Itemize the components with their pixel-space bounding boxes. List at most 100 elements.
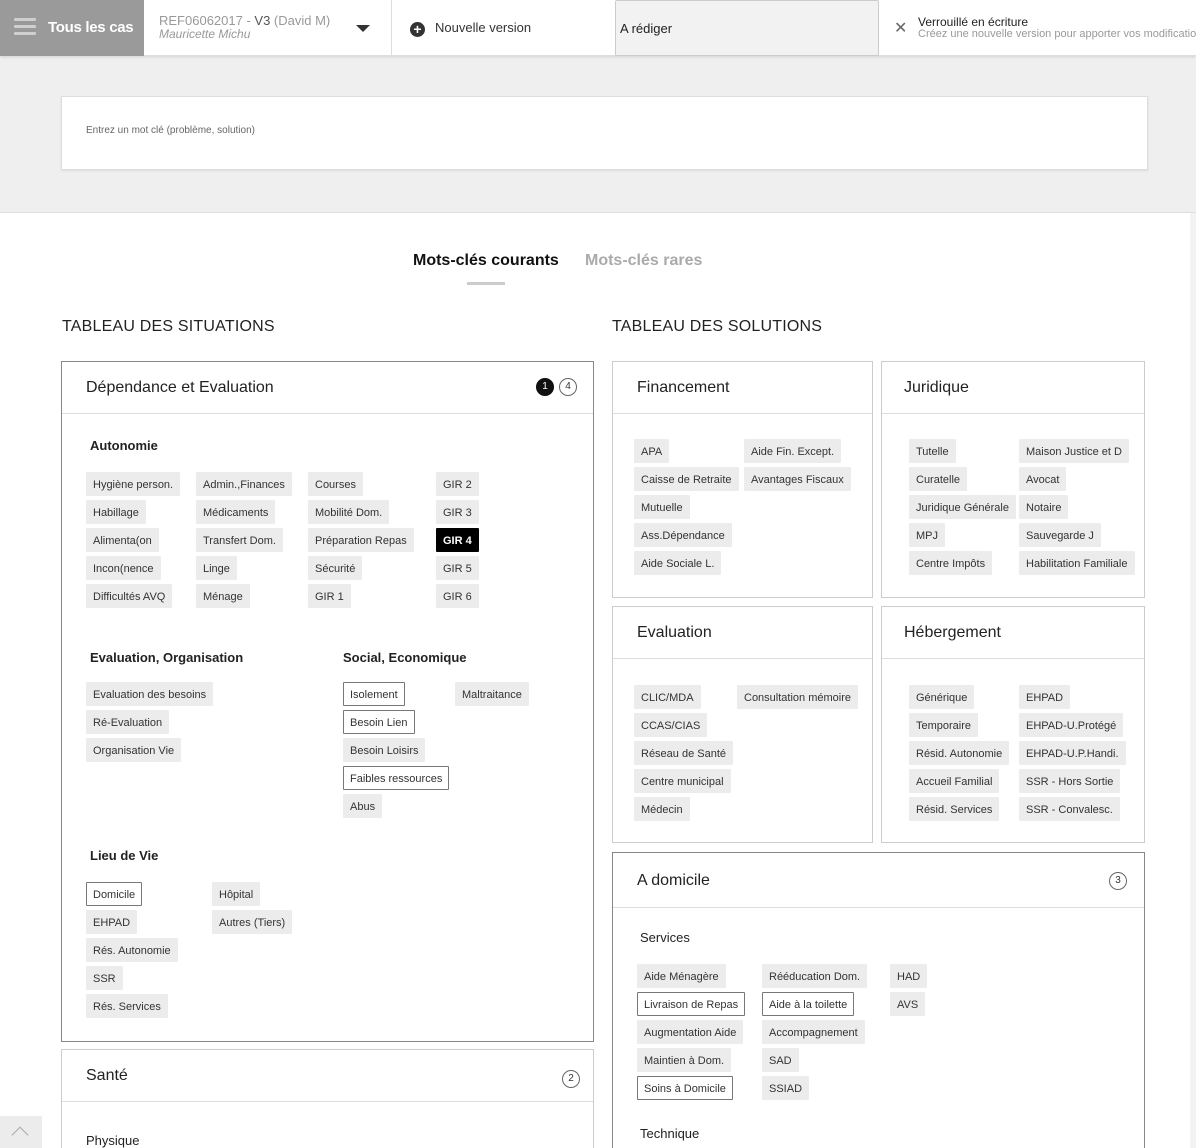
keyword-chip[interactable]: GIR 2 xyxy=(436,472,479,496)
keyword-chip[interactable]: SSR - Convalesc. xyxy=(1019,797,1120,821)
scroll-to-top-button[interactable] xyxy=(0,1116,42,1148)
keyword-chip-outlined[interactable]: Faibles ressources xyxy=(343,766,450,790)
keyword-chip[interactable]: Habilitation Familiale xyxy=(1019,551,1135,575)
keyword-chip[interactable]: Résid. Autonomie xyxy=(909,741,1010,765)
scrollbar-track[interactable] xyxy=(1190,213,1196,1148)
keyword-chip[interactable]: Rés. Services xyxy=(86,994,168,1018)
case-version-selector[interactable]: REF06062017 - V3 (David M) Mauricette Mi… xyxy=(144,0,392,56)
keyword-chip[interactable]: Réseau de Santé xyxy=(634,741,734,765)
keyword-chip-outlined[interactable]: Besoin Lien xyxy=(343,710,415,734)
all-cases-menu-button[interactable]: Tous les cas xyxy=(0,0,144,56)
keyword-chip[interactable]: Sauvegarde J xyxy=(1019,523,1101,547)
card-header[interactable]: Dépendance et Evaluation 1 4 xyxy=(62,362,593,414)
status-field[interactable]: A rédiger xyxy=(615,0,879,56)
search-input[interactable] xyxy=(86,125,686,136)
keyword-chip[interactable]: Ré-Evaluation xyxy=(86,710,170,734)
keyword-chip[interactable]: Difficultés AVQ xyxy=(86,584,173,608)
keyword-chip-outlined[interactable]: Aide à la toilette xyxy=(762,992,855,1016)
tab-current-keywords[interactable]: Mots-clés courants xyxy=(413,252,559,270)
keyword-chip[interactable]: EHPAD xyxy=(1019,685,1071,709)
keyword-chip[interactable]: Curatelle xyxy=(909,467,968,491)
keyword-chip[interactable]: Centre Impôts xyxy=(909,551,993,575)
keyword-chip[interactable]: Besoin Loisirs xyxy=(343,738,426,762)
keyword-chip[interactable]: Temporaire xyxy=(909,713,979,737)
keyword-chip[interactable]: Résid. Services xyxy=(909,797,1000,821)
keyword-chip[interactable]: Linge xyxy=(196,556,237,580)
keyword-chip[interactable]: GIR 6 xyxy=(436,584,479,608)
caret-down-icon[interactable] xyxy=(356,25,370,32)
keyword-chip[interactable]: Courses xyxy=(308,472,363,496)
keyword-chip[interactable]: Ass.Dépendance xyxy=(634,523,732,547)
keyword-chip[interactable]: Autres (Tiers) xyxy=(212,910,293,934)
keyword-chip[interactable]: Mutuelle xyxy=(634,495,690,519)
new-version-button[interactable]: + Nouvelle version xyxy=(392,0,614,56)
keyword-chip[interactable]: Consultation mémoire xyxy=(737,685,858,709)
keyword-chip[interactable]: MPJ xyxy=(909,523,945,547)
keyword-chip[interactable]: Caisse de Retraite xyxy=(634,467,739,491)
keyword-chip[interactable]: EHPAD-U.Protégé xyxy=(1019,713,1124,737)
keyword-chip[interactable]: GIR 5 xyxy=(436,556,479,580)
keyword-chip[interactable]: Générique xyxy=(909,685,975,709)
search-box[interactable] xyxy=(61,96,1148,170)
keyword-chip[interactable]: Médicaments xyxy=(196,500,276,524)
keyword-chip[interactable]: Accompagnement xyxy=(762,1020,865,1044)
card-header[interactable]: Santé 2 xyxy=(62,1050,593,1102)
keyword-chip[interactable]: Notaire xyxy=(1019,495,1069,519)
keyword-chip[interactable]: CLIC/MDA xyxy=(634,685,701,709)
keyword-chip[interactable]: Avantages Fiscaux xyxy=(744,467,851,491)
keyword-chip[interactable]: GIR 3 xyxy=(436,500,479,524)
keyword-chip[interactable]: EHPAD xyxy=(86,910,138,934)
keyword-chip[interactable]: GIR 1 xyxy=(308,584,351,608)
keyword-chip[interactable]: AVS xyxy=(890,992,926,1016)
keyword-chip[interactable]: Tutelle xyxy=(909,439,956,463)
keyword-chip[interactable]: Aide Ménagère xyxy=(637,964,726,988)
keyword-chip[interactable]: Hygiène person. xyxy=(86,472,181,496)
keyword-chip[interactable]: Augmentation Aide xyxy=(637,1020,744,1044)
keyword-chip[interactable]: HAD xyxy=(890,964,928,988)
keyword-chip-selected[interactable]: GIR 4 xyxy=(436,528,479,552)
keyword-chip[interactable]: Mobilité Dom. xyxy=(308,500,390,524)
tab-rare-keywords[interactable]: Mots-clés rares xyxy=(585,252,702,270)
card-header[interactable]: Juridique xyxy=(882,362,1144,414)
keyword-chip[interactable]: SSR - Hors Sortie xyxy=(1019,769,1121,793)
keyword-chip[interactable]: Rés. Autonomie xyxy=(86,938,178,962)
keyword-chip[interactable]: SSIAD xyxy=(762,1076,810,1100)
keyword-chip[interactable]: Sécurité xyxy=(308,556,363,580)
keyword-chip-outlined[interactable]: Soins à Domicile xyxy=(637,1076,733,1100)
keyword-chip[interactable]: Ménage xyxy=(196,584,250,608)
keyword-chip[interactable]: Transfert Dom. xyxy=(196,528,283,552)
card-header[interactable]: Hébergement xyxy=(882,607,1144,659)
card-header[interactable]: Financement xyxy=(613,362,872,414)
keyword-chip-outlined[interactable]: Livraison de Repas xyxy=(637,992,746,1016)
keyword-chip[interactable]: Maltraitance xyxy=(455,682,529,706)
keyword-chip[interactable]: Rééducation Dom. xyxy=(762,964,868,988)
keyword-chip[interactable]: Juridique Générale xyxy=(909,495,1016,519)
keyword-chip[interactable]: EHPAD-U.P.Handi. xyxy=(1019,741,1126,765)
keyword-chip[interactable]: APA xyxy=(634,439,670,463)
keyword-chip[interactable]: Préparation Repas xyxy=(308,528,414,552)
keyword-chip[interactable]: Médecin xyxy=(634,797,690,821)
keyword-chip[interactable]: Maison Justice et D xyxy=(1019,439,1129,463)
card-header[interactable]: Evaluation xyxy=(613,607,872,659)
keyword-chip[interactable]: Avocat xyxy=(1019,467,1067,491)
keyword-chip[interactable]: Organisation Vie xyxy=(86,738,182,762)
keyword-chip[interactable]: Accueil Familial xyxy=(909,769,1000,793)
keyword-chip[interactable]: Hôpital xyxy=(212,882,261,906)
keyword-chip-outlined[interactable]: Isolement xyxy=(343,682,405,706)
keyword-chip[interactable]: Evaluation des besoins xyxy=(86,682,214,706)
keyword-chip[interactable]: SAD xyxy=(762,1048,799,1072)
keyword-chip[interactable]: Habillage xyxy=(86,500,146,524)
keyword-chip[interactable]: Aide Sociale L. xyxy=(634,551,722,575)
keyword-chip[interactable]: Aide Fin. Except. xyxy=(744,439,842,463)
keyword-chip[interactable]: Admin.,Finances xyxy=(196,472,292,496)
keyword-chip-outlined[interactable]: Domicile xyxy=(86,882,143,906)
keyword-chip[interactable]: Abus xyxy=(343,794,383,818)
keyword-chip[interactable]: CCAS/CIAS xyxy=(634,713,708,737)
card-title: Dépendance et Evaluation xyxy=(86,379,274,396)
keyword-chip[interactable]: Alimenta(on xyxy=(86,528,159,552)
card-header[interactable]: A domicile 3 xyxy=(613,853,1144,908)
keyword-chip[interactable]: SSR xyxy=(86,966,123,990)
keyword-chip[interactable]: Maintien à Dom. xyxy=(637,1048,732,1072)
keyword-chip[interactable]: Centre municipal xyxy=(634,769,731,793)
keyword-chip[interactable]: Incon(nence xyxy=(86,556,161,580)
